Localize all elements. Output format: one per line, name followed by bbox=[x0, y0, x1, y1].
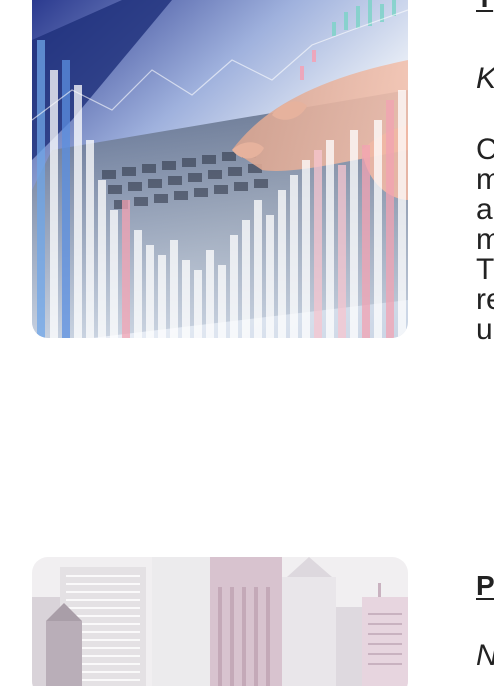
article-1-body-line: u bbox=[476, 313, 493, 346]
article-1-body-line: m bbox=[476, 163, 494, 196]
article-2-subtitle: N bbox=[476, 641, 494, 671]
article-1-body-line: re bbox=[476, 283, 494, 316]
article-1-heading[interactable]: T bbox=[476, 0, 494, 12]
article-1-body-line: m bbox=[476, 223, 494, 256]
article-1-body-line: T bbox=[476, 253, 494, 286]
article-1-body: C m a m T re u bbox=[476, 135, 494, 345]
article-image-trading[interactable] bbox=[32, 0, 408, 338]
article-1-body-line: a bbox=[476, 193, 493, 226]
page: T K C m a m T re u bbox=[0, 0, 494, 686]
article-image-city[interactable] bbox=[32, 557, 408, 686]
city-skyline-illustration bbox=[32, 557, 408, 686]
trading-laptop-illustration bbox=[32, 0, 408, 338]
article-1-body-line: C bbox=[476, 133, 494, 166]
article-1-subtitle: K bbox=[476, 64, 494, 94]
article-2-heading[interactable]: P bbox=[476, 572, 494, 600]
